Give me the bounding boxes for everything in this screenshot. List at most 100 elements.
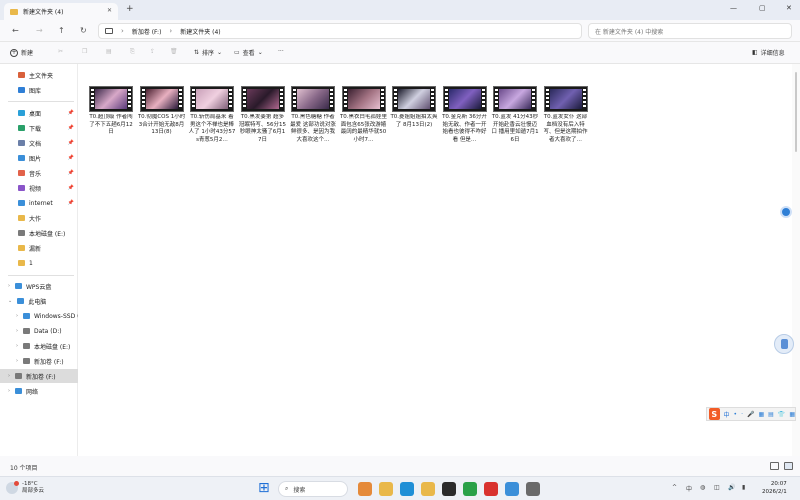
sidebar-item[interactable]: › 新加卷 (F:) — [0, 369, 78, 383]
ime-skin-icon[interactable]: 👕 — [778, 411, 785, 418]
wechat-icon[interactable] — [463, 482, 477, 496]
copy-icon[interactable]: ❐ — [82, 48, 87, 55]
file-item-video[interactable]: T0.彻魔COS 1小时3合计开始无敌8月13日(8) — [138, 86, 186, 145]
video-thumbnail[interactable] — [89, 86, 133, 112]
delete-icon[interactable]: 🗑 — [170, 48, 178, 55]
sidebar-item[interactable]: 图库 — [0, 83, 78, 97]
file-item-video[interactable]: T0.黑衣白毛孤娃里面包含65张改游嬉最阔的最精华就50小时7… — [340, 86, 388, 145]
view-button[interactable]: ▭ 查看 ⌄ — [234, 48, 263, 57]
ime-punctuation-icon[interactable]: • — [734, 411, 738, 418]
sidebar-item[interactable]: › WPS云盘 — [0, 279, 78, 293]
ime-keyboard-icon[interactable]: ▦ — [759, 411, 765, 418]
taskbar-search[interactable]: ⌕ 搜索 — [278, 481, 348, 497]
tray-volume-icon[interactable]: 🔊 — [728, 484, 735, 491]
ime-chinese-mode[interactable]: 中 — [724, 410, 730, 419]
search-input[interactable]: 在 新建文件夹 (4) 中搜索 — [588, 23, 792, 39]
back-button[interactable]: ← — [12, 26, 19, 35]
sidebar-item[interactable]: 图片 📌 — [0, 151, 78, 165]
file-item-video[interactable]: T0.斩伤局基米 着男这个不禅也是棒人了 1小时43分57s青葱5月2… — [188, 86, 236, 145]
sidebar-item[interactable]: › Windows-SSD (C:) — [0, 309, 78, 323]
ime-toolbox-icon[interactable]: ▤ — [768, 411, 774, 418]
file-item-video[interactable]: T0.超顶级 作者闯了不下五趟6月12日 — [87, 86, 135, 145]
file-item-video[interactable]: T0.金克斯 36分开始无敌、作者一开始看也彼得不咋好看 但是… — [441, 86, 489, 145]
large-icons-view-icon[interactable] — [784, 462, 793, 470]
tab-close-icon[interactable]: ✕ — [107, 7, 112, 14]
tray-app-icon[interactable]: ◍ — [700, 484, 705, 491]
floating-tool-icon[interactable] — [774, 334, 794, 354]
up-button[interactable]: ↑ — [58, 26, 65, 35]
wps-icon[interactable] — [484, 482, 498, 496]
more-options-button[interactable]: ··· — [278, 48, 284, 55]
sidebar-item[interactable]: 大作 — [0, 211, 78, 225]
sidebar-item[interactable]: › 新加卷 (F:) — [0, 354, 78, 368]
sidebar-item[interactable]: 音乐 📌 — [0, 166, 78, 180]
mountain-app-icon[interactable] — [358, 482, 372, 496]
start-windows-icon[interactable]: ⊞ — [258, 480, 270, 496]
video-thumbnail[interactable] — [543, 86, 588, 112]
share-icon[interactable]: ⇪ — [150, 48, 155, 55]
sidebar-item[interactable]: ⌄ 此电脑 — [0, 294, 78, 308]
breadcrumb-drive[interactable]: 新加卷 (F:) — [132, 27, 162, 36]
vertical-scrollbar[interactable] — [792, 64, 800, 456]
new-tab-button[interactable]: + — [126, 4, 134, 14]
ime-grid-icon[interactable]: ▦ — [789, 411, 795, 418]
scrollbar-thumb[interactable] — [795, 72, 797, 152]
sidebar-item[interactable]: internet 📌 — [0, 196, 78, 210]
clock[interactable]: 20:07 2026/2/1 — [762, 480, 787, 496]
chevron-right-icon[interactable]: › — [16, 358, 18, 364]
sidebar-item[interactable]: 本地磁盘 (E:) — [0, 226, 78, 240]
video-thumbnail[interactable] — [291, 86, 335, 112]
new-button[interactable]: + 新建 — [10, 48, 33, 57]
file-item-video[interactable]: T0.菱姐姐姐拍太爽了 8月13日(2) — [390, 86, 438, 145]
ime-toolbar[interactable]: S 中 • · 🎤 ▦ ▤ 👕 ▦ — [706, 407, 796, 421]
breadcrumb[interactable]: › 新加卷 (F:) › 新建文件夹 (4) — [98, 23, 582, 39]
forward-button[interactable]: → — [36, 26, 43, 35]
sidebar-item[interactable]: › 本地磁盘 (E:) — [0, 339, 78, 353]
file-item-video[interactable]: T0.蓝发 41分43秒开始赴香云壮慢迈口 播用里如遁7月16日 — [491, 86, 539, 145]
chevron-right-icon[interactable]: › — [8, 388, 10, 394]
chevron-right-icon[interactable]: › — [8, 283, 10, 289]
tray-network-icon[interactable]: ◫ — [714, 484, 720, 491]
sidebar-item[interactable]: 桌面 📌 — [0, 106, 78, 120]
sidebar-item[interactable]: 文档 📌 — [0, 136, 78, 150]
paste-icon[interactable]: ▤ — [106, 48, 112, 55]
video-thumbnail[interactable] — [493, 86, 537, 112]
video-thumbnail[interactable] — [240, 86, 285, 112]
floating-assistant-icon[interactable] — [780, 206, 792, 218]
rename-icon[interactable]: ⎘ — [130, 48, 135, 56]
video-thumbnail[interactable] — [341, 86, 386, 112]
settings-app-icon[interactable] — [526, 482, 540, 496]
chevron-right-icon[interactable]: › — [16, 313, 18, 319]
tray-battery-icon[interactable]: ▮ — [742, 484, 745, 491]
file-explorer-icon[interactable] — [379, 482, 393, 496]
maximize-button[interactable]: ▢ — [759, 4, 766, 12]
refresh-button[interactable]: ↻ — [80, 26, 87, 35]
sidebar-item[interactable]: › Data (D:) — [0, 324, 78, 338]
tab-current-folder[interactable]: 新建文件夹 (4) ✕ — [4, 3, 118, 20]
file-item-video[interactable]: T0.蓝发女仆 这部血档没有后入特写、但是这期拍作者大喜欢了… — [542, 86, 590, 145]
terminal-icon[interactable] — [442, 482, 456, 496]
minimize-button[interactable]: — — [730, 4, 737, 12]
video-thumbnail[interactable] — [190, 86, 234, 112]
tray-overflow-icon[interactable]: ^ — [672, 484, 677, 491]
sidebar-item[interactable]: › 网络 — [0, 384, 78, 398]
close-window-button[interactable]: ✕ — [786, 4, 792, 12]
sogou-logo-icon[interactable]: S — [709, 408, 720, 420]
sidebar-item[interactable]: 下载 📌 — [0, 121, 78, 135]
sort-button[interactable]: ⇅ 排序 ⌄ — [194, 48, 222, 57]
breadcrumb-folder[interactable]: 新建文件夹 (4) — [180, 27, 220, 36]
video-thumbnail[interactable] — [442, 86, 487, 112]
details-view-icon[interactable] — [770, 462, 779, 470]
folder-app-icon[interactable] — [421, 482, 435, 496]
file-item-video[interactable]: T0.黑发姜第 超多冠眠特写、56分15秒眼神太骚了6月17日 — [239, 86, 287, 145]
sidebar-item[interactable]: 漏新 — [0, 241, 78, 255]
tray-ime-icon[interactable]: 中 — [686, 484, 692, 493]
edge-icon[interactable] — [400, 482, 414, 496]
video-thumbnail[interactable] — [139, 86, 184, 112]
sidebar-item[interactable]: 视频 📌 — [0, 181, 78, 195]
details-pane-button[interactable]: ◧ 详细信息 — [752, 48, 785, 57]
video-thumbnail[interactable] — [392, 86, 436, 112]
sidebar-item[interactable]: 主文件夹 — [0, 68, 78, 82]
chevron-right-icon[interactable]: › — [16, 328, 18, 334]
ime-dot-icon[interactable]: · — [741, 411, 743, 418]
